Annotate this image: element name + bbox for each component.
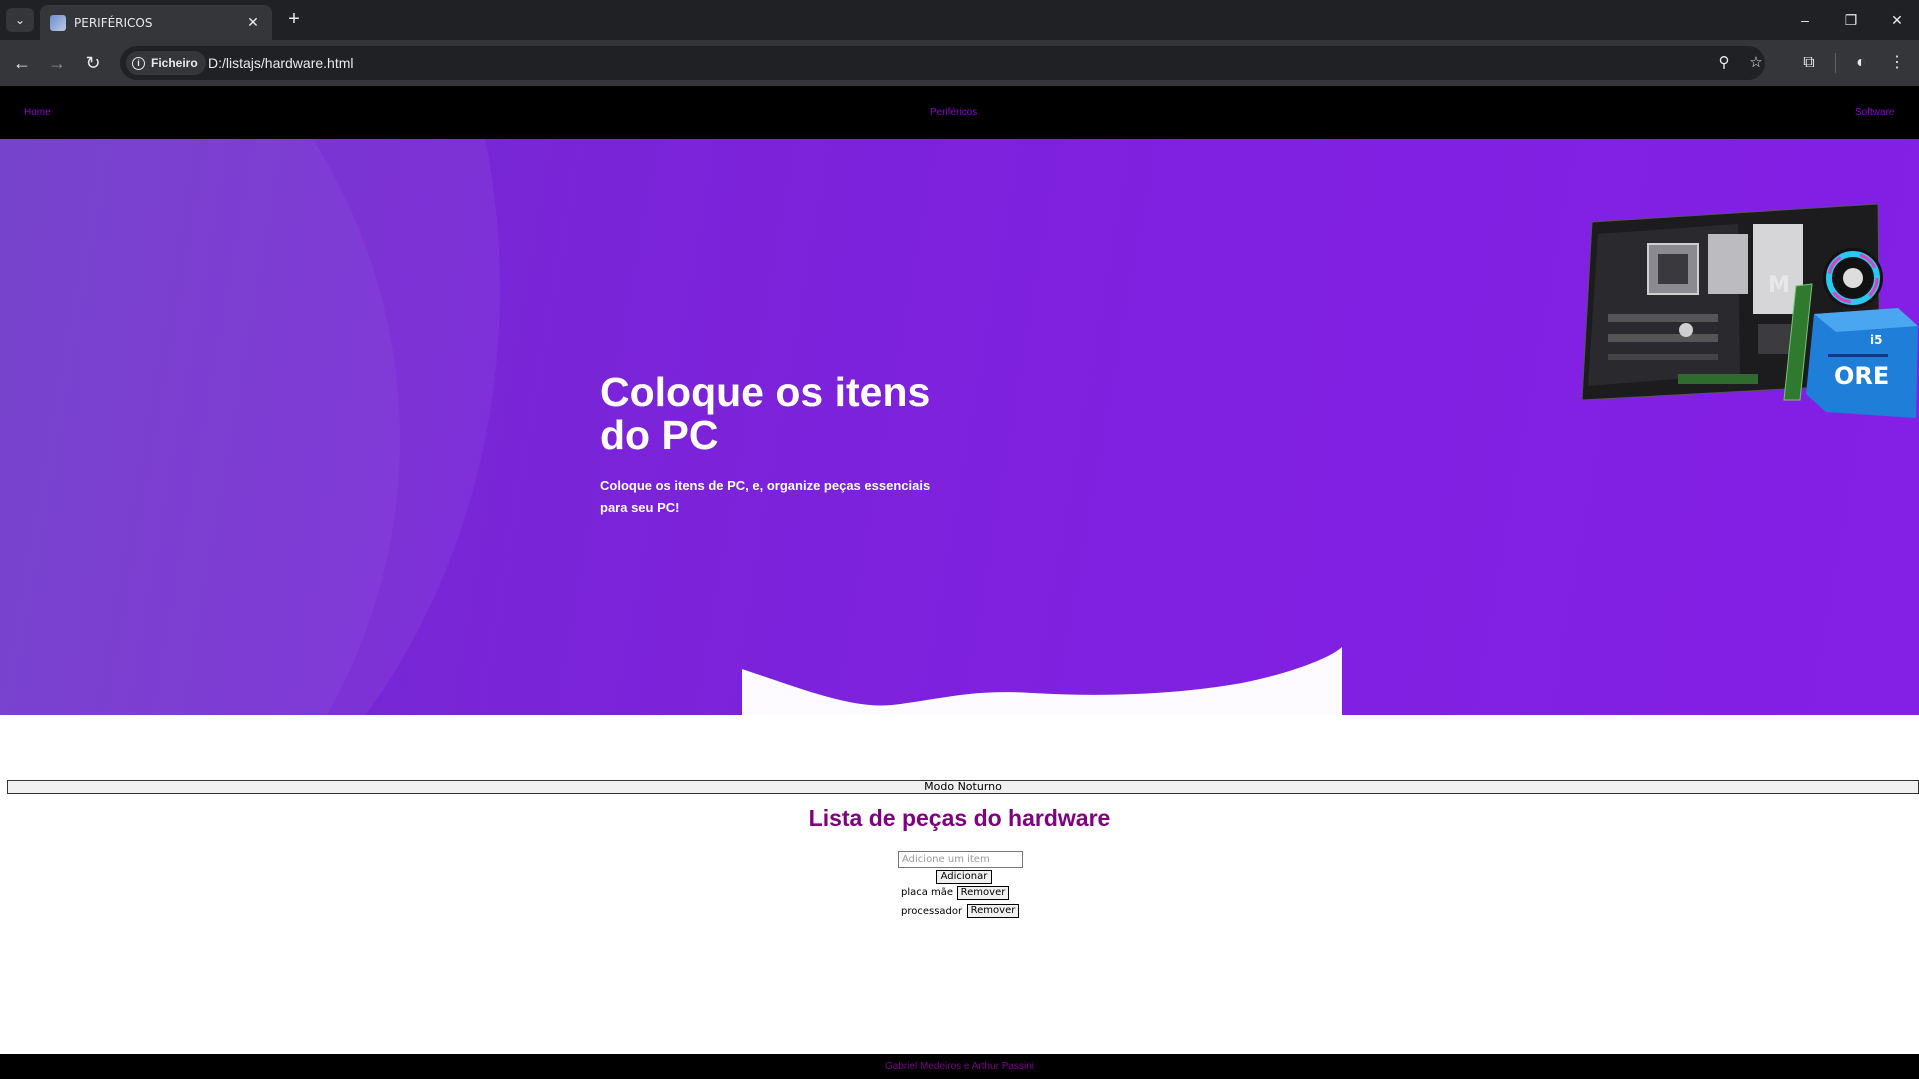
minimize-icon[interactable]: – xyxy=(1790,8,1820,32)
hero-subtitle: Coloque os itens de PC, e, organize peça… xyxy=(600,478,931,515)
item-input[interactable]: Adicione um item xyxy=(898,851,1023,868)
close-tab-icon[interactable]: ✕ xyxy=(244,14,262,31)
site-chip-label: Ficheiro xyxy=(151,56,198,70)
reload-icon[interactable]: ↻ xyxy=(80,50,106,76)
restore-icon[interactable]: ❐ xyxy=(1836,8,1866,32)
hero-decoration xyxy=(0,139,500,715)
hero-banner: Coloque os itens do PC Coloque os itens … xyxy=(0,139,1919,715)
close-window-icon[interactable]: ✕ xyxy=(1882,8,1912,32)
list-item-label: placa mãe xyxy=(901,887,954,898)
night-mode-button[interactable]: Modo Noturno xyxy=(7,780,1919,794)
hero-wave-shape xyxy=(742,647,1342,715)
hardware-parts-image: M ORE i5 xyxy=(1581,203,1918,418)
browser-toolbar: ← → ↻ i Ficheiro D:/listajs/hardware.htm… xyxy=(0,40,1919,86)
tab-search-button[interactable]: ⌄ xyxy=(6,8,34,32)
profile-icon[interactable]: ◐ xyxy=(1848,50,1874,76)
nav-link-home[interactable]: Home xyxy=(24,107,51,118)
site-info-chip[interactable]: i Ficheiro xyxy=(126,51,206,75)
new-tab-button[interactable]: + xyxy=(282,8,306,32)
url-text[interactable]: D:/listajs/hardware.html xyxy=(208,55,354,71)
nav-link-perifericos[interactable]: Periféricos xyxy=(930,107,977,118)
extensions-icon[interactable]: ⧉ xyxy=(1796,50,1822,76)
list-title: Lista de peças do hardware xyxy=(808,805,1111,831)
add-button[interactable]: Adicionar xyxy=(936,870,992,884)
menu-kebab-icon[interactable]: ⋮ xyxy=(1884,50,1910,76)
back-icon[interactable]: ← xyxy=(9,50,35,76)
svg-text:i5: i5 xyxy=(1870,333,1882,347)
forward-icon[interactable]: → xyxy=(44,50,70,76)
nav-link-software[interactable]: Software xyxy=(1855,107,1894,118)
zoom-icon[interactable]: ⚲ xyxy=(1714,53,1734,73)
address-bar[interactable]: i Ficheiro D:/listajs/hardware.html ⚲ ☆ xyxy=(120,46,1765,80)
site-navbar: Home Periféricos Software xyxy=(0,86,1919,139)
page-viewport: Home Periféricos Software Coloque os ite… xyxy=(0,86,1919,1079)
browser-tab[interactable]: PERIFÉRICOS ✕ xyxy=(40,5,272,40)
remove-button[interactable]: Remover xyxy=(967,904,1019,918)
svg-text:M: M xyxy=(1768,273,1790,298)
site-footer: Gabriel Medeiros e Arthur Passini xyxy=(0,1054,1919,1079)
hero-title: Coloque os itens do PC xyxy=(600,369,931,458)
favicon-icon xyxy=(50,14,66,31)
tab-title: PERIFÉRICOS xyxy=(74,15,153,30)
remove-button[interactable]: Remover xyxy=(957,886,1009,900)
browser-tab-strip: ⌄ PERIFÉRICOS ✕ + – ❐ ✕ xyxy=(0,0,1919,40)
bookmark-star-icon[interactable]: ☆ xyxy=(1746,53,1766,73)
info-icon: i xyxy=(132,56,145,70)
footer-credits: Gabriel Medeiros e Arthur Passini xyxy=(885,1061,1034,1072)
svg-text:ORE: ORE xyxy=(1834,362,1889,390)
chevron-down-icon: ⌄ xyxy=(14,13,26,27)
toolbar-separator xyxy=(1835,53,1836,73)
list-item-label: processador xyxy=(901,906,963,917)
